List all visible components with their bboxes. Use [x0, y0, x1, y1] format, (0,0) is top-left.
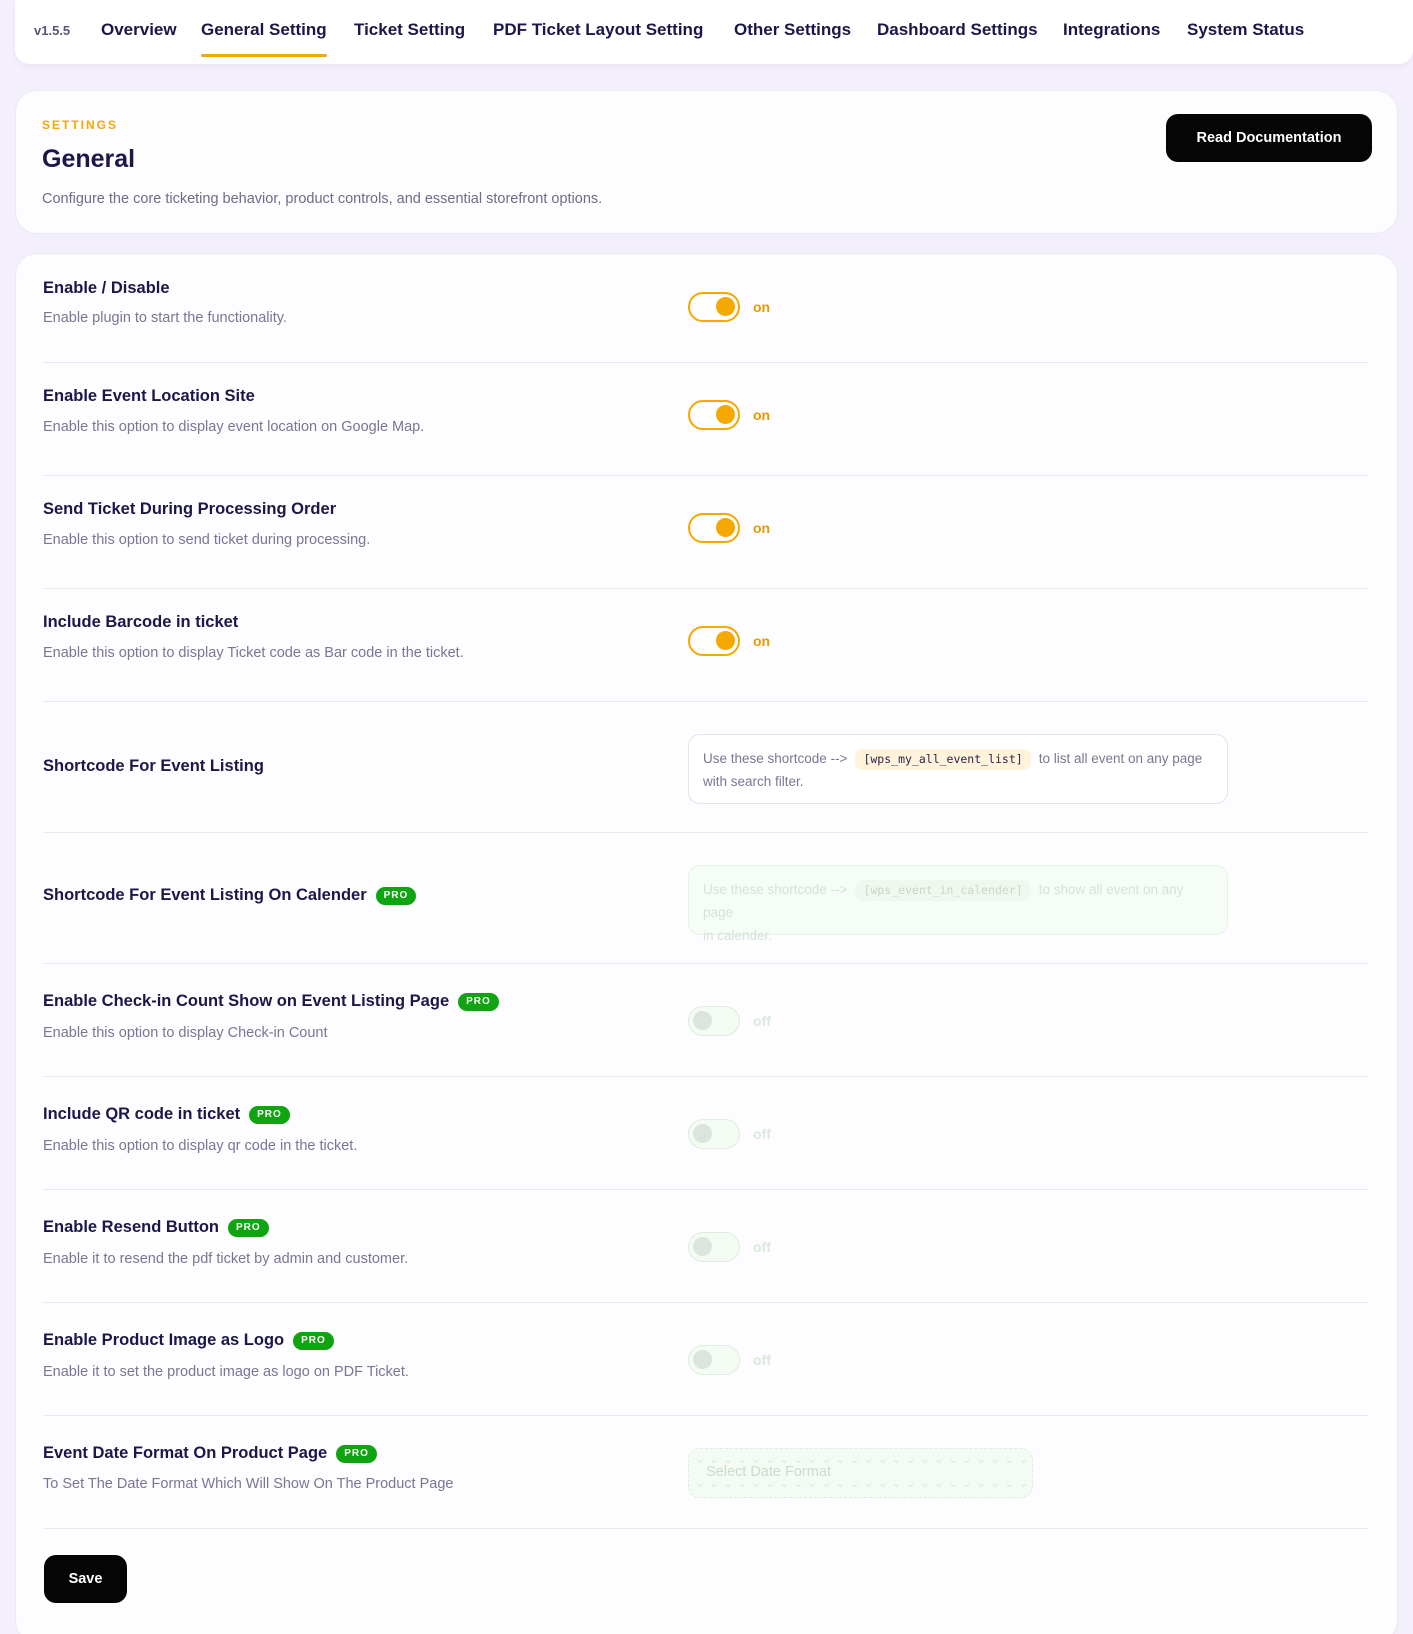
- barcode-toggle[interactable]: [688, 626, 740, 656]
- section-eyebrow: SETTINGS: [42, 118, 119, 132]
- shortcode-info-box: Use these shortcode --> [wps_event_in_cal…: [688, 865, 1228, 943]
- setting-description: Enable this option to display Ticket cod…: [43, 645, 464, 661]
- toggle-knob: [716, 518, 735, 537]
- shortcode-info-box: Use these shortcode --> [wps_my_all_event…: [688, 734, 1228, 804]
- shortcode-chip: [wps_event_in_calender]: [855, 880, 1031, 901]
- tab-ticket-setting[interactable]: Ticket Setting: [354, 20, 465, 40]
- setting-description: Enable this option to display Check-in C…: [43, 1025, 328, 1041]
- event-location-toggle[interactable]: [688, 400, 740, 430]
- setting-title: Enable Resend Button PRO: [43, 1218, 269, 1237]
- chevron-down-icon: ⌄⌄⌄⌄⌄⌄⌄⌄⌄⌄⌄⌄⌄⌄⌄⌄⌄⌄⌄⌄⌄⌄⌄⌄⌄⌄⌄⌄⌄⌄⌄: [695, 1476, 1026, 1490]
- chevron-down-icon: ⌄⌄⌄⌄⌄⌄⌄⌄⌄⌄⌄⌄⌄⌄⌄⌄⌄⌄⌄⌄⌄⌄⌄⌄⌄⌄⌄⌄⌄⌄⌄: [695, 1452, 1026, 1466]
- setting-row-resend-button: Enable Resend Button PRO Enable it to res…: [43, 1190, 1368, 1303]
- shortcode-suffix-line2: with search filter.: [703, 774, 804, 789]
- setting-description: Enable it to resend the pdf ticket by ad…: [43, 1251, 409, 1267]
- setting-row-event-location: Enable Event Location Site Enable this o…: [43, 363, 1368, 476]
- setting-title: Enable / Disable: [43, 279, 170, 297]
- toggle-state-label: on: [753, 520, 771, 536]
- setting-row-product-image-logo: Enable Product Image as Logo PRO Enable i…: [43, 1303, 1368, 1416]
- toggle-state-label: off: [753, 1126, 771, 1142]
- shortcode-prefix: Use these shortcode -->: [703, 882, 848, 897]
- enable-disable-toggle[interactable]: [688, 292, 740, 322]
- setting-row-barcode: Include Barcode in ticket Enable this op…: [43, 589, 1368, 702]
- shortcode-chip[interactable]: [wps_my_all_event_list]: [855, 749, 1031, 770]
- setting-title: Shortcode For Event Listing On Calender P…: [43, 886, 417, 905]
- tab-integrations[interactable]: Integrations: [1063, 20, 1160, 40]
- setting-title: Send Ticket During Processing Order: [43, 500, 337, 518]
- toggle-state-label: on: [753, 299, 771, 315]
- tab-other-settings[interactable]: Other Settings: [734, 20, 851, 40]
- toggle-state-label: on: [753, 633, 771, 649]
- setting-row-send-ticket: Send Ticket During Processing Order Enab…: [43, 476, 1368, 589]
- top-navigation: v1.5.5 Overview General Setting Ticket S…: [15, 0, 1413, 64]
- setting-row-checkin-count: Enable Check-in Count Show on Event List…: [43, 964, 1368, 1077]
- settings-page: v1.5.5 Overview General Setting Ticket S…: [0, 0, 1413, 1634]
- setting-title: Enable Event Location Site: [43, 387, 255, 405]
- tab-pdf-ticket-layout-setting[interactable]: PDF Ticket Layout Setting: [493, 20, 703, 40]
- setting-row-qr-code: Include QR code in ticket PRO Enable this…: [43, 1077, 1368, 1190]
- toggle-state-label: on: [753, 407, 771, 423]
- toggle-knob: [716, 297, 735, 316]
- header-card: SETTINGS General Configure the core tick…: [15, 90, 1398, 234]
- setting-row-shortcode-calendar: Shortcode For Event Listing On Calender P…: [43, 833, 1368, 964]
- save-button[interactable]: Save: [44, 1555, 127, 1603]
- resend-button-toggle[interactable]: [688, 1232, 740, 1262]
- tab-general-setting[interactable]: General Setting: [201, 20, 327, 57]
- tab-system-status[interactable]: System Status: [1187, 20, 1304, 40]
- toggle-knob: [716, 631, 735, 650]
- pro-badge: PRO: [375, 886, 417, 905]
- setting-title: Enable Check-in Count Show on Event List…: [43, 992, 499, 1011]
- page-description: Configure the core ticketing behavior, p…: [42, 191, 603, 207]
- setting-title: Shortcode For Event Listing: [43, 757, 264, 775]
- toggle-knob: [716, 405, 735, 424]
- checkin-count-toggle[interactable]: [688, 1006, 740, 1036]
- setting-description: Enable this option to display event loca…: [43, 419, 425, 435]
- toggle-state-label: off: [753, 1239, 771, 1255]
- pro-badge: PRO: [293, 1331, 334, 1350]
- pro-badge: PRO: [249, 1105, 290, 1124]
- setting-description: Enable it to set the product image as lo…: [43, 1364, 409, 1380]
- shortcode-suffix: to list all event on any page: [1038, 751, 1203, 766]
- setting-title: Include QR code in ticket PRO: [43, 1105, 290, 1124]
- toggle-knob: [693, 1011, 712, 1030]
- setting-description: Enable this option to send ticket during…: [43, 532, 371, 548]
- tab-dashboard-settings[interactable]: Dashboard Settings: [877, 20, 1038, 40]
- send-ticket-toggle[interactable]: [688, 513, 740, 543]
- pro-badge: PRO: [228, 1218, 269, 1237]
- toggle-state-label: off: [753, 1352, 771, 1368]
- shortcode-suffix-line2: in calender.: [703, 928, 773, 943]
- pro-badge: PRO: [336, 1444, 377, 1463]
- setting-row-shortcode-listing: Shortcode For Event Listing Use these sh…: [43, 702, 1368, 833]
- qr-code-toggle[interactable]: [688, 1119, 740, 1149]
- setting-title: Enable Product Image as Logo PRO: [43, 1331, 334, 1350]
- setting-title: Event Date Format On Product Page PRO: [43, 1444, 377, 1463]
- pro-badge: PRO: [458, 992, 499, 1011]
- date-format-select[interactable]: ⌄⌄⌄⌄⌄⌄⌄⌄⌄⌄⌄⌄⌄⌄⌄⌄⌄⌄⌄⌄⌄⌄⌄⌄⌄⌄⌄⌄⌄⌄⌄ Select D…: [688, 1448, 1033, 1498]
- setting-description: Enable this option to display qr code in…: [43, 1138, 358, 1154]
- setting-description: Enable plugin to start the functionality…: [43, 310, 287, 326]
- setting-row-enable-disable: Enable / Disable Enable plugin to start …: [43, 254, 1368, 363]
- toggle-knob: [693, 1350, 712, 1369]
- toggle-knob: [693, 1237, 712, 1256]
- read-documentation-button[interactable]: Read Documentation: [1166, 114, 1372, 162]
- tab-overview[interactable]: Overview: [101, 20, 177, 40]
- settings-card: Enable / Disable Enable plugin to start …: [15, 253, 1398, 1634]
- toggle-knob: [693, 1124, 712, 1143]
- version-label: v1.5.5: [34, 23, 71, 38]
- page-title: General: [42, 145, 136, 173]
- setting-row-date-format: Event Date Format On Product Page PRO To …: [43, 1416, 1368, 1529]
- product-image-logo-toggle[interactable]: [688, 1345, 740, 1375]
- shortcode-prefix: Use these shortcode -->: [703, 751, 848, 766]
- setting-description: To Set The Date Format Which Will Show O…: [43, 1476, 454, 1492]
- toggle-state-label: off: [753, 1013, 771, 1029]
- setting-title: Include Barcode in ticket: [43, 613, 239, 631]
